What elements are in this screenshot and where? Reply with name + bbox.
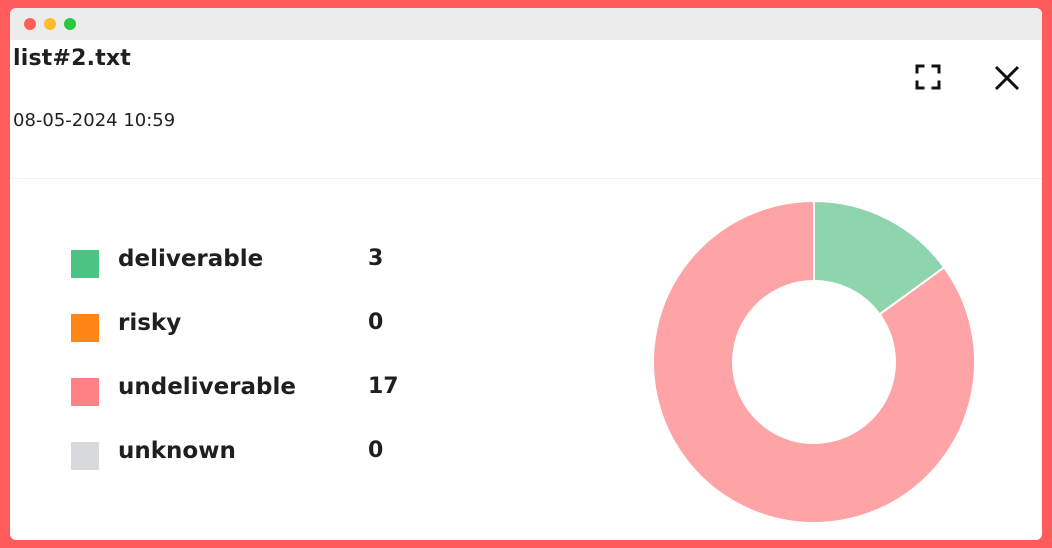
expand-button[interactable] — [912, 61, 944, 93]
donut-chart — [652, 199, 976, 524]
legend-label: risky — [118, 310, 182, 336]
window-minimize-dot[interactable] — [44, 18, 56, 30]
window-maximize-dot[interactable] — [64, 18, 76, 30]
legend-swatch — [71, 378, 99, 406]
legend-swatch — [71, 442, 99, 470]
close-icon — [994, 65, 1020, 91]
legend-count: 17 — [368, 374, 399, 399]
chart-legend: deliverable 3 risky 0 undeliverable 17 u… — [71, 244, 431, 500]
legend-label: unknown — [118, 438, 236, 464]
legend-item-undeliverable: undeliverable 17 — [71, 372, 431, 436]
legend-count: 0 — [368, 310, 384, 335]
legend-item-unknown: unknown 0 — [71, 436, 431, 500]
legend-label: undeliverable — [118, 374, 296, 400]
legend-label: deliverable — [118, 246, 264, 272]
legend-item-risky: risky 0 — [71, 308, 431, 372]
legend-swatch — [71, 314, 99, 342]
expand-icon — [915, 64, 941, 90]
header-divider — [10, 178, 1042, 179]
file-title: list#2.txt — [13, 46, 132, 71]
legend-swatch — [71, 250, 99, 278]
close-button[interactable] — [990, 61, 1024, 95]
legend-item-deliverable: deliverable 3 — [71, 244, 431, 308]
file-date: 08-05-2024 10:59 — [13, 110, 176, 131]
window-titlebar — [10, 8, 1042, 40]
legend-count: 0 — [368, 438, 384, 463]
legend-count: 3 — [368, 246, 384, 271]
window-close-dot[interactable] — [24, 18, 36, 30]
modal-window: list#2.txt 08-05-2024 10:59 deliverable … — [10, 8, 1042, 540]
